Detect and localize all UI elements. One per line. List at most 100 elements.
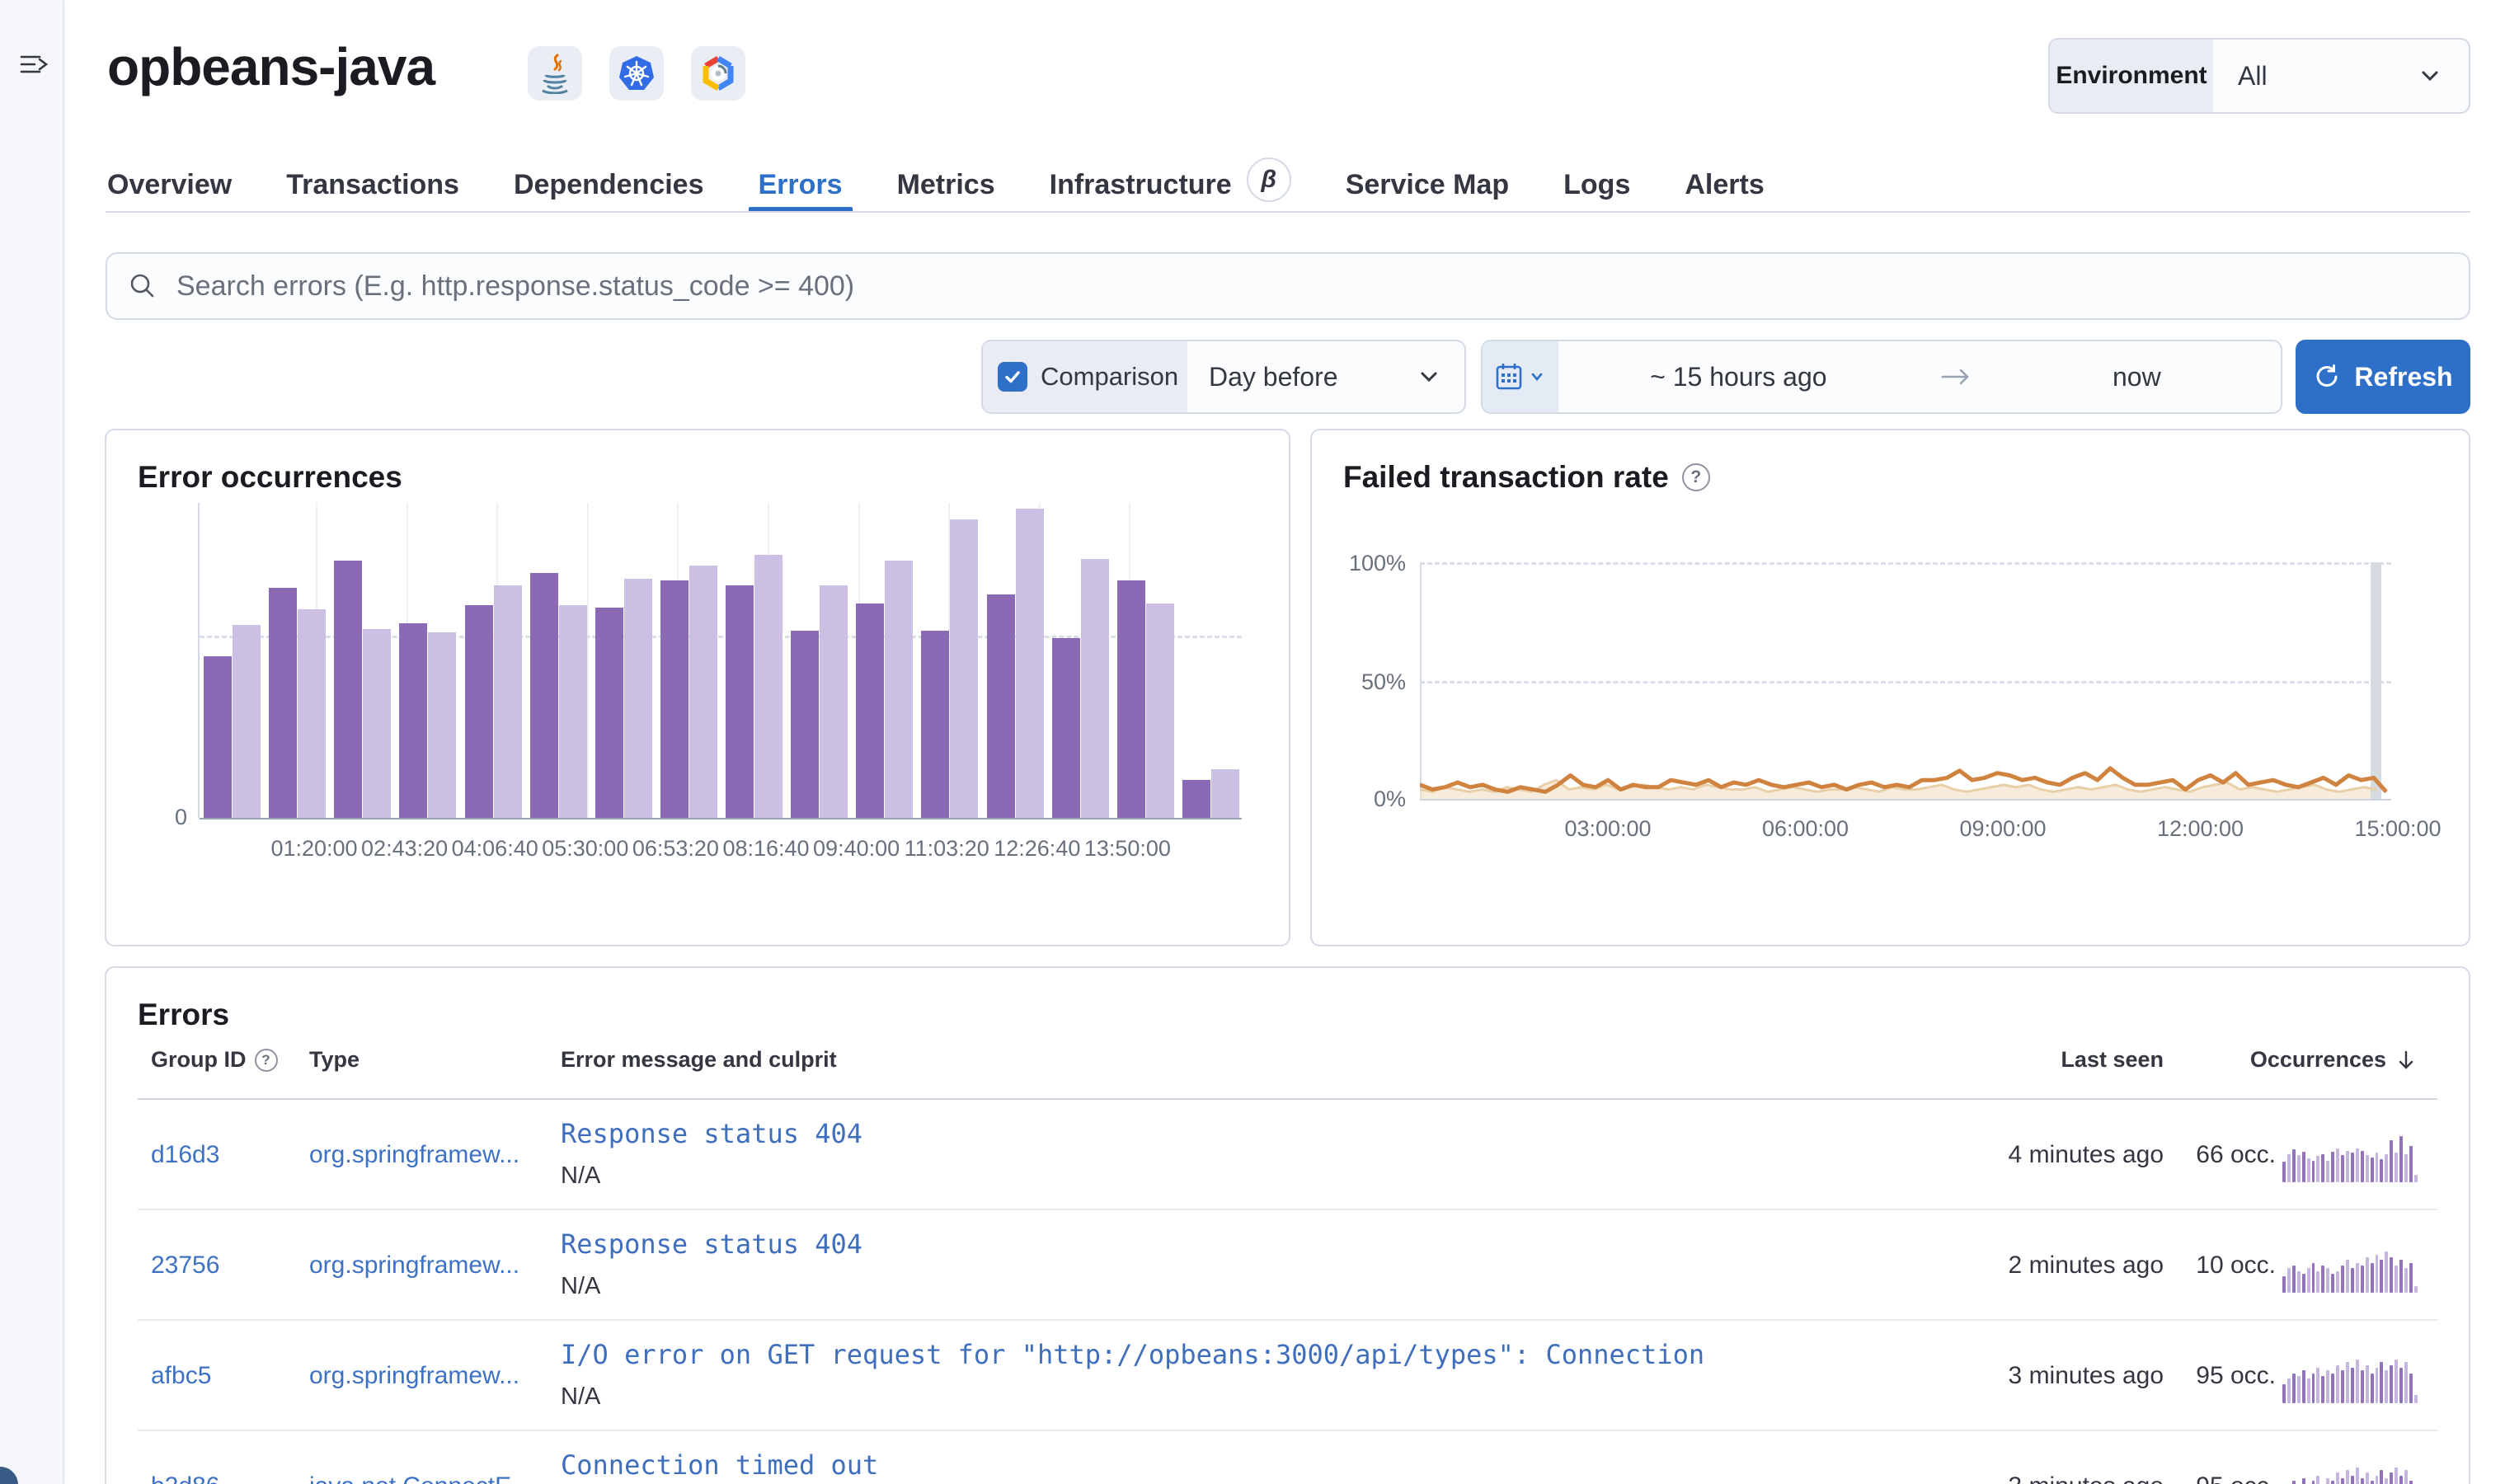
sort-desc-icon [2399,1050,2413,1069]
comparison-select[interactable]: Day before [1187,341,1464,412]
tab-infrastructure[interactable]: Infrastructure β [1050,157,1291,213]
x-axis-line [1420,799,2391,801]
bar-day-before [1210,769,1239,818]
tab-label: Errors [758,168,843,200]
tab-label: Metrics [896,168,995,200]
error-culprit: N/A [561,1273,601,1299]
error-type-link[interactable]: org.springframew... [309,1210,519,1321]
tab-transactions[interactable]: Transactions [286,157,459,213]
tab-errors[interactable]: Errors [748,157,853,213]
bar-day-before [428,632,457,818]
errors-table-title: Errors [138,998,230,1031]
bar-day-before [950,519,979,818]
table-row: afbc5 org.springframew... I/O error on GET… [138,1321,2437,1431]
tab-metrics[interactable]: Metrics [897,157,995,213]
x-axis-line [200,818,1242,819]
error-message-link[interactable]: Connection timed out [561,1449,1715,1481]
error-group-id-link[interactable]: 23756 [151,1210,219,1321]
time-range-end[interactable]: now [1993,341,2281,412]
bar-day-before [689,566,717,818]
bar-error-occurrences [595,607,623,818]
chevron-down-icon [2422,71,2438,82]
occurrences-sparkline [2282,1349,2418,1403]
error-type-link[interactable]: org.springframew... [309,1321,519,1431]
x-axis-tick: 09:40:00 [813,836,900,861]
refresh-button[interactable]: Refresh [2296,340,2470,414]
bar-error-occurrences [529,573,558,818]
errors-table-panel: Errors Group ID ? Type Error message and… [105,966,2470,1484]
tab-label: Logs [1563,168,1631,200]
error-search-bar[interactable] [106,252,2470,320]
errors-table-body: d16d3 org.springframew... Response status … [138,1100,2437,1484]
occurrences-value: 10 occ. [2196,1252,2276,1279]
bar-error-occurrences [334,560,363,818]
bar-error-occurrences [1051,637,1080,818]
group-id-help-icon[interactable]: ? [254,1048,278,1072]
date-range-picker: ~ 15 hours ago now [1481,340,2282,414]
x-axis-tick: 09:00:00 [1959,816,2047,841]
tab-alerts[interactable]: Alerts [1685,157,1764,213]
y-axis-label-100pct: 100% [1348,551,1406,575]
x-axis-tick: 08:16:40 [722,836,810,861]
error-occurrences-title: Error occurrences [138,460,402,494]
errors-table-header: Group ID ? Type Error message and culpri… [138,1047,2437,1082]
bar-error-occurrences [726,585,754,818]
error-message-link[interactable]: I/O error on GET request for "http://opb… [561,1339,1715,1370]
bar-error-occurrences [921,630,950,818]
expand-menu-icon[interactable] [16,48,49,81]
col-error-message: Error message and culprit [561,1047,837,1072]
error-culprit: N/A [561,1383,601,1410]
error-message-link[interactable]: Response status 404 [561,1118,1715,1149]
table-row: b2d86 java.net.ConnectE... Connection time… [138,1431,2437,1484]
x-axis-tick: 13:50:00 [1083,836,1171,861]
bar-error-occurrences [269,587,298,818]
service-tabs: Overview Transactions Dependencies Errors Me… [107,157,1765,213]
tab-dependencies[interactable]: Dependencies [514,157,704,213]
refresh-label: Refresh [2354,361,2453,392]
bar-day-before [493,585,522,818]
java-icon [528,46,582,101]
error-type-link[interactable]: java.net.ConnectE... [309,1431,532,1484]
comparison-checkbox[interactable]: Comparison [983,341,1187,412]
environment-select[interactable]: Environment All [2048,38,2470,114]
failed-transaction-rate-chart [1420,562,2388,799]
failed-transaction-rate-title: Failed transaction rate [1343,460,1669,494]
bar-day-before [1080,558,1109,818]
tab-label: Service Map [1345,168,1510,200]
tab-label: Overview [107,168,233,200]
tab-overview[interactable]: Overview [107,157,232,213]
error-type-link[interactable]: org.springframew... [309,1100,519,1210]
search-input[interactable] [176,270,2449,303]
error-culprit: N/A [561,1162,601,1189]
col-group-id: Group ID [151,1047,247,1072]
x-axis-tick: 06:53:20 [632,836,719,861]
bar-day-before [1145,603,1174,818]
time-range-start[interactable]: ~ 15 hours ago [1558,341,1919,412]
error-group-id-link[interactable]: d16d3 [151,1100,219,1210]
tab-logs[interactable]: Logs [1563,157,1630,213]
page-title: opbeans-java [107,37,435,96]
apm-errors-page: opbeans-java Environment All Overview Tr… [0,0,2505,1484]
col-occurrences-sort[interactable]: Occurrences [2250,1047,2418,1073]
bar-day-before [1015,508,1044,818]
bar-day-before [754,555,783,818]
bar-day-before [233,625,261,818]
vertical-gridline [586,503,589,818]
annotation-bar [2371,562,2381,799]
x-axis-tick: 06:00:00 [1761,816,1849,841]
calendar-menu-button[interactable] [1483,341,1558,412]
bar-day-before [298,608,327,818]
error-group-id-link[interactable]: b2d86 [151,1431,219,1484]
time-controls: Comparison Day before ~ 15 hours ago now… [0,340,2505,414]
error-occurrences-chart [198,503,1242,819]
x-axis-tick: 15:00:00 [2354,816,2442,841]
help-icon[interactable]: ? [1681,463,1710,491]
bar-error-occurrences [856,603,885,818]
error-message-link[interactable]: Response status 404 [561,1228,1715,1260]
tabs-divider [106,211,2470,213]
x-axis-tick: 02:43:20 [361,836,449,861]
tab-service-map[interactable]: Service Map [1346,157,1509,213]
tab-label: Infrastructure [1049,168,1232,200]
bar-day-before [363,628,392,818]
error-group-id-link[interactable]: afbc5 [151,1321,211,1431]
